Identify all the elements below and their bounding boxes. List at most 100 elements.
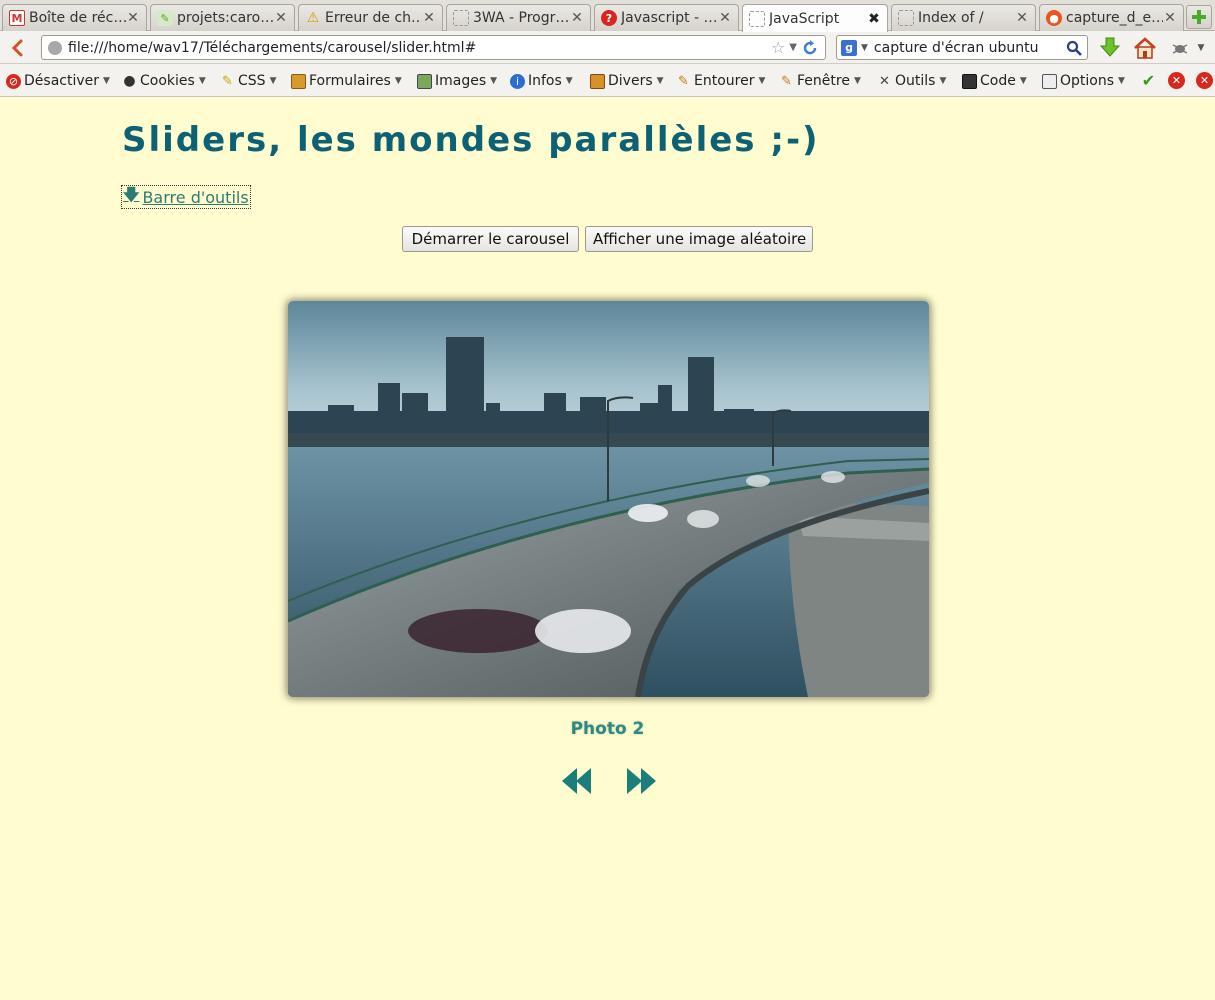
devbar-label: CSS	[238, 73, 266, 89]
help-icon: ?	[601, 10, 617, 26]
devbar-images[interactable]: Images ▼	[417, 71, 497, 91]
close-icon[interactable]: ✕	[274, 11, 288, 25]
close-icon[interactable]: ✖	[867, 12, 881, 26]
devbar-tools[interactable]: ✕ Outils ▼	[877, 71, 946, 91]
devbar-label: Divers	[608, 73, 653, 89]
blank-page-icon	[453, 10, 469, 26]
web-developer-toolbar: ⊘ Désactiver ▼ ● Cookies ▼ ✎ CSS ▼ Formulai…	[0, 64, 1215, 97]
close-toolbar-icon[interactable]: ✕	[1196, 72, 1213, 89]
url-bar[interactable]: file:///home/wav17/Téléchargements/carou…	[41, 35, 826, 60]
tab-strip: M Boîte de réc… ✕ ✎ projets:caro… ✕ ⚠ Er…	[0, 0, 1215, 32]
rewind-icon	[562, 768, 591, 794]
close-icon[interactable]: ✕	[1015, 11, 1029, 25]
devbar-css[interactable]: ✎ CSS ▼	[220, 71, 276, 91]
info-icon: i	[510, 73, 525, 89]
chevron-down-icon: ▼	[1019, 76, 1027, 86]
devbar-code[interactable]: Code ▼	[962, 71, 1027, 91]
blank-page-icon	[749, 10, 765, 27]
source-icon	[962, 73, 977, 89]
chevron-down-icon: ▼	[939, 76, 947, 86]
chevron-down-icon: ▼	[490, 76, 498, 86]
tab-gmail[interactable]: M Boîte de réc… ✕	[2, 4, 147, 31]
devbar-label: Code	[980, 73, 1016, 89]
search-bar[interactable]: g ▼	[836, 35, 1088, 60]
tab-javascript-help[interactable]: ? Javascript - … ✕	[594, 4, 739, 31]
search-icon[interactable]	[1065, 39, 1083, 57]
forms-icon	[291, 73, 306, 89]
tab-title: projets:caro…	[177, 10, 274, 26]
devbar-cookies[interactable]: ● Cookies ▼	[122, 71, 206, 91]
back-arrow-icon	[11, 39, 23, 57]
random-image-button[interactable]: Afficher une image aléatoire	[585, 226, 813, 252]
devbar-misc[interactable]: Divers ▼	[590, 71, 664, 91]
close-icon[interactable]: ✕	[570, 11, 584, 25]
tab-erreur[interactable]: ⚠ Erreur de ch… ✕	[298, 4, 443, 31]
carousel-image	[288, 301, 929, 697]
extension-button[interactable]	[1168, 36, 1192, 60]
chevron-down-icon: ▼	[853, 76, 861, 86]
devbar-label: Infos	[528, 73, 562, 89]
chevron-down-icon: ▼	[758, 76, 766, 86]
tab-title: Index of /	[918, 10, 984, 26]
devbar-disable[interactable]: ⊘ Désactiver ▼	[6, 71, 110, 91]
reload-button[interactable]	[801, 39, 819, 57]
devbar-forms[interactable]: Formulaires ▼	[291, 71, 402, 91]
wiki-icon: ✎	[157, 10, 173, 26]
devbar-label: Cookies	[140, 73, 195, 89]
plus-icon	[1192, 10, 1206, 24]
tools-icon: ✕	[879, 73, 890, 89]
search-engine-dropdown-icon[interactable]: ▼	[861, 43, 868, 53]
home-button[interactable]	[1133, 36, 1157, 60]
download-icon	[1100, 37, 1120, 57]
chevron-down-icon: ▼	[656, 76, 664, 86]
url-text[interactable]: file:///home/wav17/Téléchargements/carou…	[68, 40, 767, 56]
devbar-window[interactable]: ✎ Fenêtre ▼	[779, 71, 861, 91]
devbar-outline[interactable]: ✎ Entourer ▼	[676, 71, 765, 91]
navigation-bar: file:///home/wav17/Téléchargements/carou…	[0, 31, 1215, 64]
close-icon[interactable]: ✕	[422, 11, 436, 25]
validate-check-icon[interactable]: ✔	[1140, 71, 1157, 90]
warning-icon: ⚠	[306, 10, 320, 26]
tab-capture[interactable]: ● capture_d_e… ✕	[1039, 4, 1184, 31]
chevron-down-icon: ▼	[1118, 76, 1125, 86]
devbar-infos[interactable]: i Infos ▼	[510, 71, 573, 91]
history-dropdown-icon[interactable]: ▼	[789, 42, 797, 53]
download-button[interactable]	[1098, 36, 1122, 60]
close-icon[interactable]: ✕	[126, 11, 140, 25]
tab-javascript-active[interactable]: JavaScript ✖	[742, 4, 888, 32]
chevron-down-icon: ▼	[565, 76, 573, 86]
menu-dropdown-icon[interactable]: ▼	[1192, 36, 1210, 60]
new-tab-button[interactable]	[1186, 5, 1212, 29]
page-title: Sliders, les mondes parallèles ;-)	[122, 120, 820, 160]
tab-3wa[interactable]: 3WA - Progr… ✕	[446, 4, 591, 31]
close-icon[interactable]: ✕	[1163, 11, 1177, 25]
tab-index[interactable]: Index of / ✕	[891, 4, 1036, 31]
chevron-down-icon: ▼	[198, 76, 206, 86]
devbar-label: Outils	[895, 73, 936, 89]
outline-icon: ✎	[678, 73, 689, 89]
chevron-down-icon: ▼	[269, 76, 277, 86]
devbar-options[interactable]: Options ▼	[1042, 71, 1125, 91]
back-button[interactable]	[6, 37, 28, 59]
toolbar-toggle-link[interactable]: 🡇 Barre d'outils	[121, 185, 251, 209]
close-icon[interactable]: ✕	[718, 11, 732, 25]
css-icon: ✎	[222, 73, 233, 89]
blank-page-icon	[898, 10, 914, 26]
next-button[interactable]	[624, 766, 658, 796]
devbar-label: Images	[435, 73, 487, 89]
search-input[interactable]	[873, 39, 1065, 56]
home-icon	[1134, 37, 1156, 59]
city-bridge-photo	[288, 301, 929, 697]
google-icon[interactable]: g	[841, 39, 857, 56]
devbar-label: Désactiver	[24, 73, 99, 89]
tab-projets[interactable]: ✎ projets:caro… ✕	[150, 4, 295, 31]
gmail-icon: M	[9, 10, 25, 26]
start-carousel-button[interactable]: Démarrer le carousel	[402, 226, 579, 252]
reload-icon	[803, 39, 817, 54]
bookmark-star-icon[interactable]: ☆	[771, 38, 785, 57]
ubuntu-icon: ●	[1046, 10, 1062, 26]
globe-icon	[48, 40, 62, 55]
previous-button[interactable]	[561, 766, 595, 796]
error-icon[interactable]: ✕	[1168, 72, 1185, 89]
options-icon	[1042, 73, 1057, 89]
